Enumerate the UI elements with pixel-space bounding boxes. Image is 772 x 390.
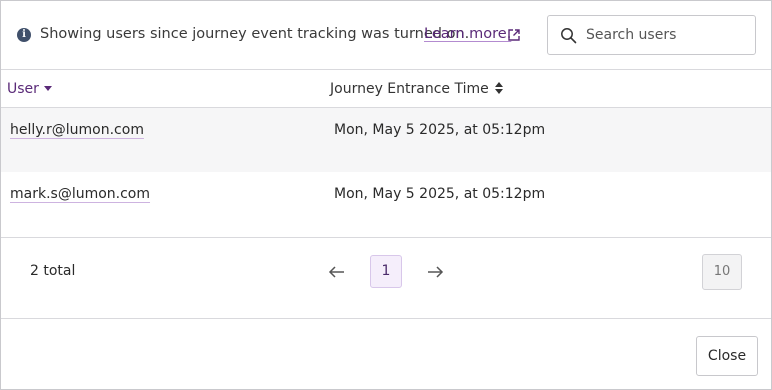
notice-text: Showing users since journey event tracki… [40, 26, 470, 42]
arrow-left-icon[interactable] [327, 262, 347, 282]
entrance-time: Mon, May 5 2025, at 05:12pm [334, 122, 546, 138]
pagination: 2 total 1 10 [1, 238, 771, 319]
column-header-user-label: User [7, 81, 39, 97]
entrance-time: Mon, May 5 2025, at 05:12pm [334, 186, 546, 202]
column-header-user[interactable]: User [7, 81, 52, 97]
total-count: 2 total [30, 263, 76, 279]
close-button[interactable]: Close [696, 336, 758, 376]
user-email-link[interactable]: helly.r@lumon.com [10, 122, 144, 138]
page-size-button[interactable]: 10 [702, 254, 742, 290]
learn-more-link[interactable]: Learn more. [424, 26, 511, 42]
search-box[interactable] [547, 15, 756, 55]
sort-icon [494, 82, 503, 94]
sort-descending-icon [43, 85, 52, 91]
table-row: mark.s@lumon.com Mon, May 5 2025, at 05:… [1, 172, 771, 238]
notice-bar: i Showing users since journey event trac… [1, 1, 771, 70]
info-icon: i [17, 28, 31, 42]
table-row: helly.r@lumon.com Mon, May 5 2025, at 05… [1, 108, 771, 172]
search-input[interactable] [586, 24, 746, 46]
user-email-link[interactable]: mark.s@lumon.com [10, 186, 150, 202]
arrow-right-icon[interactable] [425, 262, 445, 282]
column-header-entrance-time[interactable]: Journey Entrance Time [330, 81, 503, 97]
external-link-icon[interactable] [507, 28, 521, 42]
search-icon [561, 28, 577, 44]
page-button-current[interactable]: 1 [370, 255, 402, 288]
journey-users-dialog: i Showing users since journey event trac… [0, 0, 772, 390]
column-header-entrance-time-label: Journey Entrance Time [330, 81, 489, 97]
table-header: User Journey Entrance Time [1, 70, 771, 108]
